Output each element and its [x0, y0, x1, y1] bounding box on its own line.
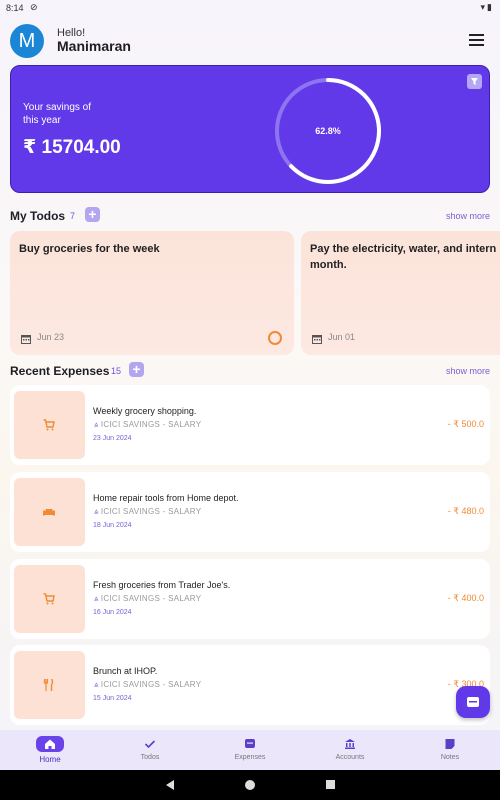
nav-accounts[interactable]: Accounts — [300, 730, 400, 770]
bank-icon: ⩓ — [94, 680, 99, 689]
expense-card[interactable]: Home repair tools from Home depot. ⩓ ICIC… — [10, 472, 490, 552]
bank-icon: ⩓ — [94, 420, 99, 429]
nav-label: Home — [39, 755, 61, 764]
expense-thumbnail — [14, 651, 85, 719]
todo-title: Buy groceries for the week — [19, 243, 160, 255]
expenses-count: 15 — [111, 366, 122, 376]
savings-label: Your savings of this year — [23, 102, 92, 126]
expense-amount: - ₹ 400.0 — [447, 593, 484, 603]
expense-thumbnail — [14, 565, 85, 633]
calendar-icon — [312, 335, 322, 344]
savings-amount: ₹ 15704.00 — [23, 137, 121, 158]
todos-title: My Todos — [10, 209, 66, 223]
todo-date: Jun 01 — [328, 332, 356, 342]
home-icon — [36, 736, 64, 752]
wallet-icon — [467, 697, 479, 707]
expense-description: Brunch at IHOP. — [93, 666, 158, 676]
expense-amount: - ₹ 500.0 — [447, 419, 484, 429]
expense-description: Fresh groceries from Trader Joe's. — [93, 580, 231, 590]
nav-label: Expenses — [234, 754, 266, 761]
nav-expenses[interactable]: Expenses — [200, 730, 300, 770]
wallet-icon — [236, 736, 264, 752]
savings-card: Your savings of this year ₹ 15704.00 62.… — [10, 65, 490, 193]
system-nav-bar — [0, 770, 500, 800]
expense-date: 18 Jun 2024 — [93, 522, 132, 529]
expense-account-name: ICICI SAVINGS - SALARY — [100, 507, 202, 516]
status-icons: ▾▮ — [481, 2, 494, 13]
cart-icon — [43, 593, 55, 605]
expense-thumbnail — [14, 391, 85, 459]
app-header: M Hello! Manimaran — [0, 24, 500, 60]
user-name: Manimaran — [57, 38, 131, 54]
note-icon — [436, 736, 464, 752]
add-expense-fab[interactable] — [456, 686, 490, 718]
todos-count: 7 — [70, 211, 76, 221]
expense-account-name: ICICI SAVINGS - SALARY — [100, 594, 202, 603]
expense-account: ⩓ ICICI SAVINGS - SALARY — [94, 507, 201, 517]
expense-card[interactable]: Fresh groceries from Trader Joe's. ⩓ ICIC… — [10, 559, 490, 639]
menu-icon[interactable] — [469, 34, 484, 46]
todo-title: Pay the electricity, water, and intern m… — [310, 241, 496, 273]
add-expense-button[interactable]: + — [129, 362, 144, 377]
nav-todos[interactable]: Todos — [100, 730, 200, 770]
expenses-header: Recent Expenses 15 + show more — [10, 362, 490, 382]
todos-show-more[interactable]: show more — [446, 211, 490, 221]
expenses-title: Recent Expenses — [10, 364, 110, 378]
nav-label: Todos — [140, 754, 160, 761]
status-time: 8:14 — [6, 3, 24, 13]
expense-amount: - ₹ 480.0 — [447, 506, 484, 516]
expenses-show-more[interactable]: show more — [446, 366, 490, 376]
back-icon[interactable] — [166, 780, 174, 790]
fork-knife-icon — [43, 679, 54, 691]
bank-icon — [336, 736, 364, 752]
calendar-icon — [21, 335, 31, 344]
sofa-icon — [43, 509, 55, 516]
bottom-nav: Home Todos Expenses Accounts Notes — [0, 730, 500, 770]
status-bar: 8:14 ⊘ ▾▮ — [0, 0, 500, 16]
todo-title-line-2: month. — [310, 259, 347, 271]
expense-card[interactable]: Weekly grocery shopping. ⩓ ICICI SAVINGS … — [10, 385, 490, 465]
todo-date: Jun 23 — [37, 332, 65, 342]
todo-card[interactable]: Pay the electricity, water, and intern m… — [301, 231, 500, 355]
filter-button[interactable] — [467, 74, 482, 89]
expense-card[interactable]: Brunch at IHOP. ⩓ ICICI SAVINGS - SALARY … — [10, 645, 490, 725]
cart-icon — [43, 419, 55, 431]
todo-title-line-1: Pay the electricity, water, and intern — [310, 243, 497, 255]
expense-account: ⩓ ICICI SAVINGS - SALARY — [94, 680, 201, 690]
bank-icon: ⩓ — [94, 594, 99, 603]
todo-complete-toggle[interactable] — [268, 331, 282, 345]
nav-home[interactable]: Home — [0, 730, 100, 770]
add-todo-button[interactable]: + — [85, 207, 100, 222]
savings-percent: 62.8% — [315, 126, 341, 136]
bank-icon: ⩓ — [94, 507, 99, 516]
nav-label: Notes — [440, 754, 460, 761]
expense-date: 16 Jun 2024 — [93, 609, 132, 616]
recent-apps-icon[interactable] — [326, 780, 335, 789]
expense-account: ⩓ ICICI SAVINGS - SALARY — [94, 420, 201, 430]
expense-description: Weekly grocery shopping. — [93, 406, 197, 416]
filter-icon — [471, 78, 478, 85]
todos-header: My Todos 7 + show more — [10, 207, 490, 227]
sync-icon: ⊘ — [30, 2, 38, 12]
nav-notes[interactable]: Notes — [400, 730, 500, 770]
todo-card[interactable]: Buy groceries for the week Jun 23 — [10, 231, 294, 355]
check-icon — [136, 736, 164, 752]
expense-date: 15 Jun 2024 — [93, 695, 132, 702]
home-circle-icon[interactable] — [245, 780, 255, 790]
expense-account-name: ICICI SAVINGS - SALARY — [100, 420, 202, 429]
expense-thumbnail — [14, 478, 85, 546]
expense-description: Home repair tools from Home depot. — [93, 493, 239, 503]
nav-label: Accounts — [335, 754, 365, 761]
expense-date: 23 Jun 2024 — [93, 435, 132, 442]
expense-account-name: ICICI SAVINGS - SALARY — [100, 680, 202, 689]
battery-icon: ▮ — [487, 2, 494, 12]
avatar[interactable]: M — [10, 24, 44, 58]
expense-account: ⩓ ICICI SAVINGS - SALARY — [94, 594, 201, 604]
